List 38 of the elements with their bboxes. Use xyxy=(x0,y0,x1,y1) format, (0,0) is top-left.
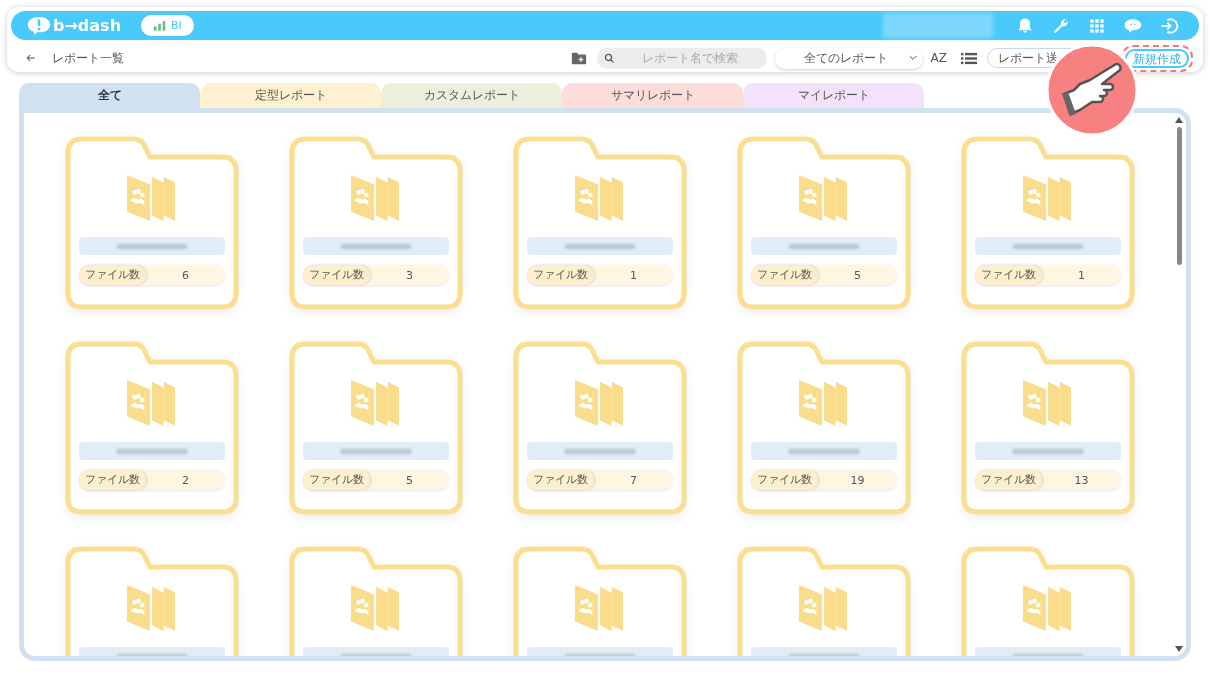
report-tab[interactable]: マイレポート xyxy=(743,83,924,108)
file-count-value: 7 xyxy=(629,473,638,487)
file-count-label: ファイル数 xyxy=(527,265,594,285)
file-count-value: 19 xyxy=(849,473,866,487)
report-filter-dropdown[interactable]: 全てのレポート xyxy=(774,47,923,69)
speech-bubble-icon xyxy=(27,15,51,36)
file-count-value: 3 xyxy=(405,268,414,282)
file-count-value: 1 xyxy=(1077,268,1086,282)
add-folder-icon[interactable] xyxy=(570,51,587,65)
chart-icon xyxy=(153,19,168,32)
file-count-value: 1 xyxy=(629,268,638,282)
report-tab[interactable]: カスタムレポート xyxy=(381,83,562,108)
list-view-icon[interactable] xyxy=(961,51,977,65)
file-count-label: ファイル数 xyxy=(527,470,594,490)
report-tab[interactable]: 全て xyxy=(19,83,200,108)
file-count-value: 2 xyxy=(181,473,190,487)
scroll-down-icon[interactable] xyxy=(1175,646,1183,652)
logout-icon[interactable] xyxy=(1159,15,1179,36)
file-count-label: ファイル数 xyxy=(975,265,1042,285)
file-count-label: ファイル数 xyxy=(79,470,146,490)
file-count-label: ファイル数 xyxy=(303,470,370,490)
file-count-label: ファイル数 xyxy=(303,265,370,285)
file-count-label: ファイル数 xyxy=(751,470,818,490)
search-icon xyxy=(603,52,615,64)
scroll-up-icon[interactable] xyxy=(1175,117,1183,123)
back-arrow-icon[interactable] xyxy=(25,52,37,64)
file-count-value: 6 xyxy=(181,268,190,282)
file-count-value: 5 xyxy=(405,473,414,487)
chevron-down-icon xyxy=(908,55,917,61)
sort-button[interactable]: AZ xyxy=(930,51,947,65)
file-count-label: ファイル数 xyxy=(975,470,1042,490)
file-count-value: 13 xyxy=(1073,473,1090,487)
report-tab[interactable]: 定型レポート xyxy=(200,83,381,108)
file-count-label: ファイル数 xyxy=(751,265,818,285)
report-tab[interactable]: サマリレポート xyxy=(562,83,743,108)
page-title: レポート一覧 xyxy=(52,49,124,67)
file-count-label: ファイル数 xyxy=(79,265,146,285)
file-count-value: 5 xyxy=(853,268,862,282)
